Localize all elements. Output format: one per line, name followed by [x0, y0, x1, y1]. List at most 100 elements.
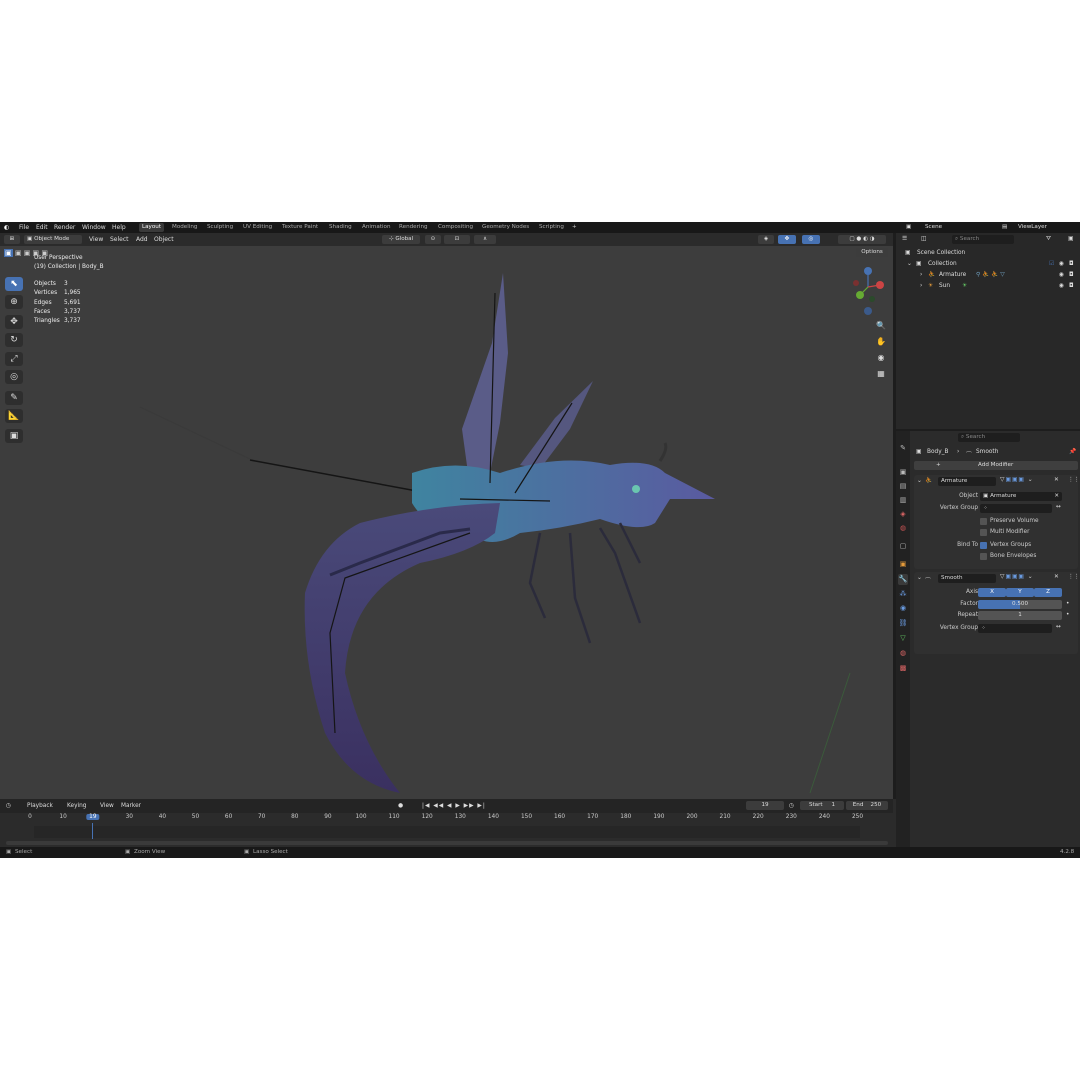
tab-uv-editing[interactable]: UV Editing	[240, 223, 275, 232]
pin-icon[interactable]: 📌	[1069, 449, 1076, 455]
axis-y-toggle[interactable]: Y	[1006, 588, 1034, 597]
timeline-editor-icon[interactable]: ◷	[6, 803, 11, 809]
render-tab-icon[interactable]: ▣	[898, 467, 908, 478]
tab-texture-paint[interactable]: Texture Paint	[279, 223, 321, 232]
output-tab-icon[interactable]: ▤	[898, 481, 908, 492]
outliner-editor-icon[interactable]: ☰	[902, 236, 907, 242]
constraints-tab-icon[interactable]: ⛓	[898, 618, 908, 629]
properties-search[interactable]: ⌕ Search	[958, 433, 1020, 442]
collection-camera-icon[interactable]: ◘	[1069, 261, 1074, 267]
playhead-line[interactable]	[92, 823, 93, 839]
axis-x-toggle[interactable]: X	[978, 588, 1006, 597]
tab-geometry-nodes[interactable]: Geometry Nodes	[479, 223, 532, 232]
data-tab-icon[interactable]: ▽	[898, 633, 908, 644]
record-icon[interactable]: ●	[398, 803, 403, 809]
tab-rendering[interactable]: Rendering	[396, 223, 431, 232]
add-modifier-button[interactable]: + Add Modifier	[914, 461, 1078, 470]
tab-animation[interactable]: Animation	[359, 223, 394, 232]
outliner-item-armature[interactable]: Armature	[939, 272, 966, 278]
outliner-item-sun[interactable]: Sun	[939, 283, 950, 289]
object-tab-icon[interactable]: ▣	[898, 559, 908, 570]
outliner-search[interactable]: ⌕ Search	[952, 235, 1014, 244]
smooth-remove-icon[interactable]: ✕	[1054, 574, 1059, 580]
collection-checkbox[interactable]: ☑	[1049, 261, 1054, 267]
smooth-invert-icon[interactable]: ↔	[1056, 624, 1061, 630]
tab-sculpting[interactable]: Sculpting	[204, 223, 236, 232]
armature-object-field[interactable]: ▣ Armature ✕	[980, 492, 1062, 501]
vertex-groups-checkbox[interactable]	[980, 542, 987, 549]
repeat-field[interactable]: 1	[978, 611, 1062, 620]
playback-controls[interactable]: |◀ ◀◀ ◀ ▶ ▶▶ ▶|	[422, 803, 486, 809]
menu-file[interactable]: File	[19, 224, 29, 231]
blender-logo-icon[interactable]: ◐	[4, 224, 9, 231]
filter-icon[interactable]: ⛛	[1046, 236, 1051, 243]
collection-tab-icon[interactable]: ▢	[898, 541, 908, 552]
collection-label[interactable]: Collection	[928, 261, 957, 267]
3d-viewport[interactable]: ⊞ ▣ Object Mode View Select Add Object ⊹…	[0, 233, 893, 799]
armature-drag-handle[interactable]: ⋮⋮	[1068, 477, 1080, 483]
timeline-scrollbar[interactable]	[6, 841, 888, 845]
tab-compositing[interactable]: Compositing	[435, 223, 476, 232]
properties-editor[interactable]: ▦ ⌕ Search ✎ ▣ ▤ ▥ ◈ ◍ ▢ ▣ 🔧 ⁂ ◉ ⛓ ▽ ◍ ▩…	[896, 431, 1080, 847]
scene-tab-icon[interactable]: ◈	[898, 509, 908, 520]
tab-scripting[interactable]: Scripting	[536, 223, 567, 232]
new-collection-icon[interactable]: ▣	[1068, 236, 1073, 242]
timeline[interactable]: ◷ Playback Keying View Marker ● |◀ ◀◀ ◀ …	[0, 799, 909, 847]
creature-model[interactable]	[0, 233, 893, 799]
scene-collection-label[interactable]: Scene Collection	[917, 250, 965, 256]
factor-slider[interactable]: 0.500	[978, 600, 1062, 609]
menu-help[interactable]: Help	[112, 224, 126, 231]
armature-invert-icon[interactable]: ↔	[1056, 504, 1061, 510]
collection-eye-icon[interactable]: ◉	[1059, 261, 1064, 267]
armature-vgroup-field[interactable]: ⁘	[980, 504, 1052, 513]
preserve-volume-checkbox[interactable]	[980, 518, 987, 525]
factor-keyframe-icon[interactable]: •	[1066, 601, 1069, 607]
tool-tab-icon[interactable]: ✎	[898, 443, 908, 454]
view-layer-name[interactable]: ViewLayer	[1018, 223, 1047, 232]
collection-expand-icon[interactable]: ⌄	[907, 261, 912, 267]
armature-remove-icon[interactable]: ✕	[1054, 477, 1059, 483]
sun-camera-icon[interactable]: ◘	[1069, 283, 1074, 289]
smooth-collapse-icon[interactable]: ⌄	[917, 575, 922, 581]
tab-layout[interactable]: Layout	[139, 223, 165, 232]
marker-menu[interactable]: Marker	[121, 803, 141, 809]
timeline-view-menu[interactable]: View	[100, 803, 114, 809]
armature-toggle-icons[interactable]: ▽▣▣▣ ⌄	[1000, 477, 1034, 483]
armature-eye-icon[interactable]: ◉	[1059, 272, 1064, 278]
menu-edit[interactable]: Edit	[36, 224, 48, 231]
scene-name[interactable]: Scene	[925, 223, 942, 232]
axis-z-toggle[interactable]: Z	[1034, 588, 1062, 597]
menu-render[interactable]: Render	[54, 224, 75, 231]
keyframe-area[interactable]	[34, 826, 860, 838]
playback-menu[interactable]: Playback	[27, 803, 53, 809]
outliner[interactable]: ☰ ◫ ⌕ Search ⛛ ▣ ▣ Scene Collection ⌄ ▣ …	[896, 233, 1080, 429]
menu-window[interactable]: Window	[82, 224, 106, 231]
repeat-keyframe-icon[interactable]: •	[1066, 612, 1069, 618]
smooth-toggle-icons[interactable]: ▽▣▣▣ ⌄	[1000, 574, 1034, 580]
sun-eye-icon[interactable]: ◉	[1059, 283, 1064, 289]
smooth-vgroup-field[interactable]: ⁘	[978, 624, 1052, 633]
current-frame-marker[interactable]: 19	[86, 814, 100, 820]
armature-camera-icon[interactable]: ◘	[1069, 272, 1074, 278]
physics-tab-icon[interactable]: ◉	[898, 603, 908, 614]
tab-modeling[interactable]: Modeling	[169, 223, 200, 232]
add-workspace-icon[interactable]: +	[569, 223, 580, 232]
armature-modifier-name[interactable]: Armature	[938, 477, 996, 486]
preview-range-icon[interactable]: ◷	[789, 803, 794, 809]
keying-menu[interactable]: Keying	[67, 803, 86, 809]
start-frame-field[interactable]: Start 1	[800, 801, 844, 810]
tab-shading[interactable]: Shading	[326, 223, 355, 232]
modifier-tab-icon[interactable]: 🔧	[898, 574, 908, 585]
particles-tab-icon[interactable]: ⁂	[898, 589, 908, 600]
end-frame-field[interactable]: End 250	[846, 801, 888, 810]
armature-collapse-icon[interactable]: ⌄	[917, 478, 922, 484]
world-tab-icon[interactable]: ◍	[898, 523, 908, 534]
current-frame-field[interactable]: 19	[746, 801, 784, 810]
multi-modifier-checkbox[interactable]	[980, 529, 987, 536]
outliner-display-mode-icon[interactable]: ◫	[921, 236, 926, 242]
material-tab-icon[interactable]: ◍	[898, 648, 908, 659]
texture-tab-icon[interactable]: ▩	[898, 663, 908, 674]
sun-expand-icon[interactable]: ›	[920, 283, 922, 289]
bone-envelopes-checkbox[interactable]	[980, 553, 987, 560]
armature-expand-icon[interactable]: ›	[920, 272, 922, 278]
